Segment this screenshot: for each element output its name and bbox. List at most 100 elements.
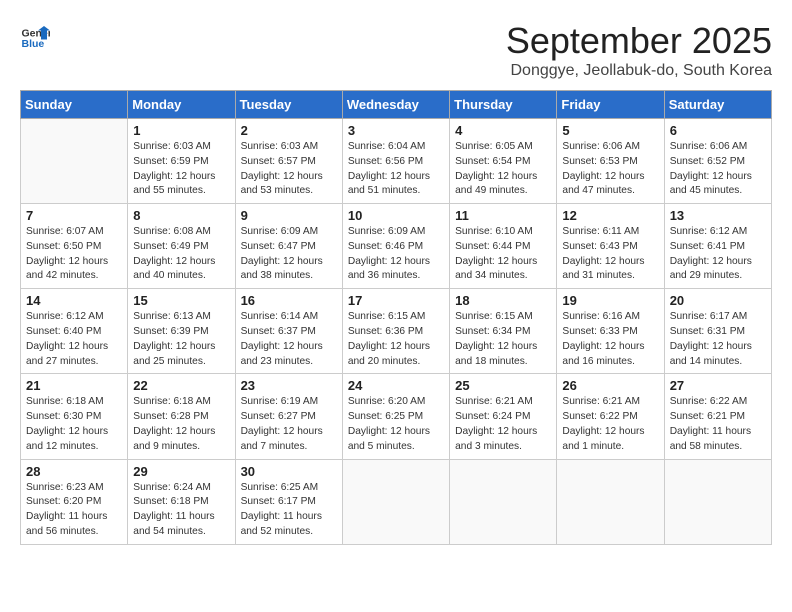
calendar-cell: 14 Sunrise: 6:12 AM Sunset: 6:40 PM Dayli…	[21, 289, 128, 374]
day-number: 29	[133, 464, 229, 479]
calendar-body: 1 Sunrise: 6:03 AM Sunset: 6:59 PM Daylig…	[21, 119, 772, 545]
day-info: Sunrise: 6:09 AM Sunset: 6:46 PM Dayligh…	[348, 225, 444, 284]
weekday-thursday: Thursday	[450, 91, 557, 119]
day-info: Sunrise: 6:18 AM Sunset: 6:28 PM Dayligh…	[133, 395, 229, 454]
day-number: 10	[348, 208, 444, 223]
day-info: Sunrise: 6:05 AM Sunset: 6:54 PM Dayligh…	[455, 140, 551, 199]
day-info: Sunrise: 6:23 AM Sunset: 6:20 PM Dayligh…	[26, 481, 122, 540]
day-info: Sunrise: 6:06 AM Sunset: 6:53 PM Dayligh…	[562, 140, 658, 199]
calendar-cell: 12 Sunrise: 6:11 AM Sunset: 6:43 PM Dayli…	[557, 204, 664, 289]
calendar-cell: 20 Sunrise: 6:17 AM Sunset: 6:31 PM Dayli…	[664, 289, 771, 374]
title-block: September 2025 Donggye, Jeollabuk-do, So…	[506, 20, 772, 80]
calendar-cell: 29 Sunrise: 6:24 AM Sunset: 6:18 PM Dayli…	[128, 459, 235, 544]
day-info: Sunrise: 6:04 AM Sunset: 6:56 PM Dayligh…	[348, 140, 444, 199]
calendar-cell: 19Sunrise: 6:16 AM Sunset: 6:33 PM Dayli…	[557, 289, 664, 374]
week-row-5: 28 Sunrise: 6:23 AM Sunset: 6:20 PM Dayli…	[21, 459, 772, 544]
day-number: 18	[455, 293, 551, 308]
weekday-header-row: SundayMondayTuesdayWednesdayThursdayFrid…	[21, 91, 772, 119]
day-number: 16	[241, 293, 337, 308]
calendar-cell: 8 Sunrise: 6:08 AM Sunset: 6:49 PM Daylig…	[128, 204, 235, 289]
day-info: Sunrise: 6:11 AM Sunset: 6:43 PM Dayligh…	[562, 225, 658, 284]
day-info: Sunrise: 6:18 AM Sunset: 6:30 PM Dayligh…	[26, 395, 122, 454]
day-number: 3	[348, 123, 444, 138]
day-number: 4	[455, 123, 551, 138]
calendar-cell: 27 Sunrise: 6:22 AM Sunset: 6:21 PM Dayli…	[664, 374, 771, 459]
day-number: 26	[562, 378, 658, 393]
calendar-cell: 23Sunrise: 6:19 AM Sunset: 6:27 PM Dayli…	[235, 374, 342, 459]
day-info: Sunrise: 6:21 AM Sunset: 6:24 PM Dayligh…	[455, 395, 551, 454]
day-info: Sunrise: 6:07 AM Sunset: 6:50 PM Dayligh…	[26, 225, 122, 284]
day-number: 1	[133, 123, 229, 138]
day-number: 25	[455, 378, 551, 393]
calendar-cell: 28 Sunrise: 6:23 AM Sunset: 6:20 PM Dayli…	[21, 459, 128, 544]
calendar-cell: 10 Sunrise: 6:09 AM Sunset: 6:46 PM Dayli…	[342, 204, 449, 289]
logo: General Blue	[20, 20, 50, 50]
calendar-cell: 18 Sunrise: 6:15 AM Sunset: 6:34 PM Dayli…	[450, 289, 557, 374]
day-info: Sunrise: 6:06 AM Sunset: 6:52 PM Dayligh…	[670, 140, 766, 199]
week-row-2: 7Sunrise: 6:07 AM Sunset: 6:50 PM Daylig…	[21, 204, 772, 289]
weekday-sunday: Sunday	[21, 91, 128, 119]
calendar-cell	[557, 459, 664, 544]
day-number: 17	[348, 293, 444, 308]
calendar-cell	[664, 459, 771, 544]
day-number: 6	[670, 123, 766, 138]
day-info: Sunrise: 6:13 AM Sunset: 6:39 PM Dayligh…	[133, 310, 229, 369]
day-info: Sunrise: 6:03 AM Sunset: 6:59 PM Dayligh…	[133, 140, 229, 199]
day-info: Sunrise: 6:20 AM Sunset: 6:25 PM Dayligh…	[348, 395, 444, 454]
day-info: Sunrise: 6:10 AM Sunset: 6:44 PM Dayligh…	[455, 225, 551, 284]
weekday-wednesday: Wednesday	[342, 91, 449, 119]
day-number: 12	[562, 208, 658, 223]
day-info: Sunrise: 6:09 AM Sunset: 6:47 PM Dayligh…	[241, 225, 337, 284]
day-info: Sunrise: 6:17 AM Sunset: 6:31 PM Dayligh…	[670, 310, 766, 369]
day-number: 20	[670, 293, 766, 308]
day-info: Sunrise: 6:15 AM Sunset: 6:34 PM Dayligh…	[455, 310, 551, 369]
calendar-cell: 1 Sunrise: 6:03 AM Sunset: 6:59 PM Daylig…	[128, 119, 235, 204]
day-info: Sunrise: 6:21 AM Sunset: 6:22 PM Dayligh…	[562, 395, 658, 454]
calendar-table: SundayMondayTuesdayWednesdayThursdayFrid…	[20, 90, 772, 545]
day-info: Sunrise: 6:15 AM Sunset: 6:36 PM Dayligh…	[348, 310, 444, 369]
weekday-monday: Monday	[128, 91, 235, 119]
day-info: Sunrise: 6:19 AM Sunset: 6:27 PM Dayligh…	[241, 395, 337, 454]
calendar-cell: 24Sunrise: 6:20 AM Sunset: 6:25 PM Dayli…	[342, 374, 449, 459]
page-header: General Blue September 2025 Donggye, Jeo…	[20, 20, 772, 80]
calendar-cell: 21 Sunrise: 6:18 AM Sunset: 6:30 PM Dayli…	[21, 374, 128, 459]
day-number: 8	[133, 208, 229, 223]
day-info: Sunrise: 6:22 AM Sunset: 6:21 PM Dayligh…	[670, 395, 766, 454]
calendar-cell: 26 Sunrise: 6:21 AM Sunset: 6:22 PM Dayli…	[557, 374, 664, 459]
day-number: 2	[241, 123, 337, 138]
weekday-tuesday: Tuesday	[235, 91, 342, 119]
day-number: 5	[562, 123, 658, 138]
calendar-cell: 6 Sunrise: 6:06 AM Sunset: 6:52 PM Daylig…	[664, 119, 771, 204]
day-number: 27	[670, 378, 766, 393]
week-row-1: 1 Sunrise: 6:03 AM Sunset: 6:59 PM Daylig…	[21, 119, 772, 204]
week-row-3: 14 Sunrise: 6:12 AM Sunset: 6:40 PM Dayli…	[21, 289, 772, 374]
calendar-cell	[450, 459, 557, 544]
weekday-friday: Friday	[557, 91, 664, 119]
day-info: Sunrise: 6:16 AM Sunset: 6:33 PM Dayligh…	[562, 310, 658, 369]
logo-icon: General Blue	[20, 20, 50, 50]
day-info: Sunrise: 6:03 AM Sunset: 6:57 PM Dayligh…	[241, 140, 337, 199]
day-info: Sunrise: 6:08 AM Sunset: 6:49 PM Dayligh…	[133, 225, 229, 284]
calendar-cell: 4 Sunrise: 6:05 AM Sunset: 6:54 PM Daylig…	[450, 119, 557, 204]
calendar-cell: 30Sunrise: 6:25 AM Sunset: 6:17 PM Dayli…	[235, 459, 342, 544]
month-title: September 2025	[506, 20, 772, 62]
day-number: 14	[26, 293, 122, 308]
day-info: Sunrise: 6:25 AM Sunset: 6:17 PM Dayligh…	[241, 481, 337, 540]
day-number: 28	[26, 464, 122, 479]
day-number: 21	[26, 378, 122, 393]
calendar-cell: 15 Sunrise: 6:13 AM Sunset: 6:39 PM Dayli…	[128, 289, 235, 374]
calendar-cell: 13Sunrise: 6:12 AM Sunset: 6:41 PM Dayli…	[664, 204, 771, 289]
calendar-cell: 11Sunrise: 6:10 AM Sunset: 6:44 PM Dayli…	[450, 204, 557, 289]
day-number: 13	[670, 208, 766, 223]
calendar-cell	[21, 119, 128, 204]
calendar-cell: 22Sunrise: 6:18 AM Sunset: 6:28 PM Dayli…	[128, 374, 235, 459]
calendar-cell: 16Sunrise: 6:14 AM Sunset: 6:37 PM Dayli…	[235, 289, 342, 374]
day-info: Sunrise: 6:12 AM Sunset: 6:40 PM Dayligh…	[26, 310, 122, 369]
weekday-saturday: Saturday	[664, 91, 771, 119]
day-info: Sunrise: 6:24 AM Sunset: 6:18 PM Dayligh…	[133, 481, 229, 540]
location-subtitle: Donggye, Jeollabuk-do, South Korea	[506, 62, 772, 80]
calendar-cell: 7Sunrise: 6:07 AM Sunset: 6:50 PM Daylig…	[21, 204, 128, 289]
calendar-cell: 9Sunrise: 6:09 AM Sunset: 6:47 PM Daylig…	[235, 204, 342, 289]
day-number: 15	[133, 293, 229, 308]
calendar-cell: 3 Sunrise: 6:04 AM Sunset: 6:56 PM Daylig…	[342, 119, 449, 204]
